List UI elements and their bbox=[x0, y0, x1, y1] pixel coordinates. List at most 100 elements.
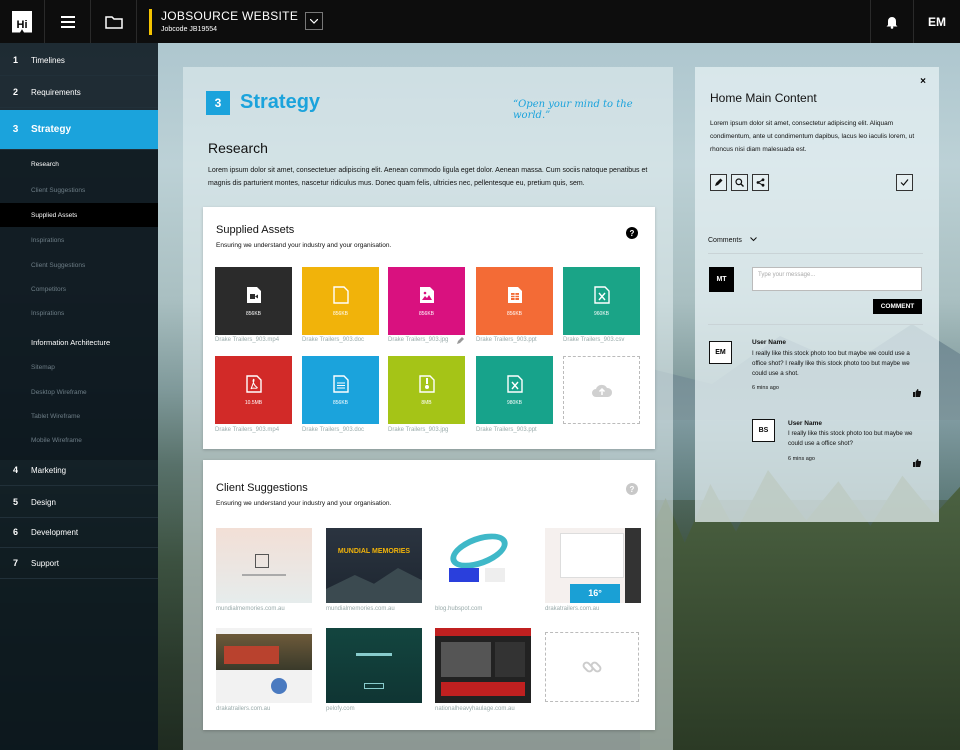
site-thumbnail[interactable]: 16° bbox=[545, 528, 641, 603]
client-suggestions-card: Client Suggestions Ensuring we understan… bbox=[203, 460, 655, 730]
sidebar-item-marketing[interactable]: 4 Marketing bbox=[0, 455, 158, 486]
thumbs-up-icon[interactable] bbox=[913, 459, 921, 467]
approve-button[interactable] bbox=[896, 174, 913, 191]
file-name: Drake Trailers_903.jpg bbox=[388, 337, 449, 343]
project-title: JOBSOURCE WEBSITE bbox=[161, 9, 299, 23]
folder-button[interactable] bbox=[91, 0, 137, 43]
file-name: Drake Trailers_903.ppt bbox=[476, 427, 537, 433]
share-icon bbox=[756, 178, 765, 187]
edit-button[interactable] bbox=[710, 174, 727, 191]
site-thumbnail[interactable] bbox=[326, 628, 422, 703]
site-thumbnail[interactable] bbox=[216, 628, 312, 703]
site-url: nationalheavyhaulage.com.au bbox=[435, 706, 515, 712]
sidebar-item-development[interactable]: 6 Development bbox=[0, 517, 158, 548]
asset-tile[interactable]: 960KB bbox=[563, 267, 640, 335]
comment-button[interactable]: COMMENT bbox=[873, 299, 922, 314]
research-text: Lorem ipsum dolor sit amet, consectetuer… bbox=[208, 167, 648, 187]
panel-title: Home Main Content bbox=[710, 91, 817, 105]
pencil-icon[interactable] bbox=[456, 337, 464, 345]
card-subtitle: Ensuring we understand your industry and… bbox=[216, 500, 392, 507]
excel-icon bbox=[506, 374, 523, 393]
ppt-icon bbox=[507, 286, 522, 303]
sidebar-item-requirements[interactable]: 2 Requirements bbox=[0, 77, 158, 108]
file-name: Drake Trailers_903.ppt bbox=[476, 337, 537, 343]
asset-tile[interactable]: 856KB bbox=[302, 356, 379, 424]
site-thumbnail[interactable] bbox=[435, 528, 531, 603]
doc-icon bbox=[332, 374, 349, 393]
comment-time: 6 mins ago bbox=[788, 456, 815, 462]
project-info: JOBSOURCE WEBSITE Jobcode JB19554 bbox=[149, 9, 298, 35]
user-avatar[interactable]: EM bbox=[914, 0, 960, 43]
close-icon[interactable]: × bbox=[920, 76, 926, 87]
sidebar-item-strategy[interactable]: 3 Strategy bbox=[0, 110, 158, 150]
sidebar-item-timelines[interactable]: 1 Timelines bbox=[0, 45, 158, 76]
asset-tile[interactable]: 856KB bbox=[302, 267, 379, 335]
video-icon bbox=[246, 286, 261, 303]
subitem-inspirations[interactable]: Inspirations bbox=[0, 228, 158, 252]
grid-icon bbox=[255, 554, 269, 568]
share-button[interactable] bbox=[752, 174, 769, 191]
subitem-desktop-wireframe[interactable]: Desktop Wireframe bbox=[0, 380, 158, 404]
sidebar-item-support[interactable]: 7 Support bbox=[0, 548, 158, 579]
project-dropdown[interactable] bbox=[305, 12, 323, 30]
subitem-sitemap[interactable]: Sitemap bbox=[0, 355, 158, 379]
comment-text: I really like this stock photo too but m… bbox=[788, 430, 913, 447]
help-icon[interactable]: ? bbox=[626, 483, 638, 495]
site-thumbnail[interactable] bbox=[435, 628, 531, 703]
asset-tile[interactable]: 856KB bbox=[476, 267, 553, 335]
page-title: Strategy bbox=[240, 91, 321, 113]
excel-icon bbox=[593, 285, 610, 304]
subitem-information-architecture[interactable]: Information Architecture bbox=[0, 330, 158, 354]
site-url: mundialmemories.com.au bbox=[216, 606, 285, 612]
subitem-competitors[interactable]: Competitors bbox=[0, 277, 158, 301]
card-title: Supplied Assets bbox=[216, 224, 295, 236]
image-icon bbox=[419, 286, 434, 303]
sidebar: 1 Timelines 2 Requirements 3 Strategy Resea… bbox=[0, 43, 158, 750]
file-name: Drake Trailers_903.csv bbox=[563, 337, 625, 343]
sidebar-item-design[interactable]: 5 Design bbox=[0, 487, 158, 518]
site-url: drakatrailers.com.au bbox=[216, 706, 271, 712]
message-input[interactable]: Type your message... bbox=[752, 267, 922, 291]
avatar: MT bbox=[709, 267, 734, 292]
subitem-supplied-assets[interactable]: Supplied Assets bbox=[0, 203, 158, 227]
file-name: Drake Trailers_903.doc bbox=[302, 337, 365, 343]
subitem-tablet-wireframe[interactable]: Tablet Wireframe bbox=[0, 404, 158, 428]
notifications-button[interactable] bbox=[870, 0, 914, 43]
site-url: blog.hubspot.com bbox=[435, 606, 483, 612]
research-heading: Research bbox=[208, 140, 268, 156]
subitem-research[interactable]: Research bbox=[0, 152, 158, 176]
upload-dropzone[interactable] bbox=[563, 356, 640, 424]
site-thumbnail[interactable] bbox=[216, 528, 312, 603]
folder-icon bbox=[104, 15, 123, 29]
asset-tile[interactable]: 856KB bbox=[388, 267, 465, 335]
file-name: Drake Trailers_903.jpg bbox=[388, 427, 449, 433]
help-icon[interactable]: ? bbox=[626, 227, 638, 239]
comment-text: I really like this stock photo too but m… bbox=[752, 350, 910, 377]
subitem-inspirations-2[interactable]: Inspirations bbox=[0, 301, 158, 325]
divider bbox=[708, 253, 923, 254]
file-name: Drake Trailers_903.mp4 bbox=[215, 337, 280, 343]
subitem-mobile-wireframe[interactable]: Mobile Wireframe bbox=[0, 428, 158, 452]
search-button[interactable] bbox=[731, 174, 748, 191]
comments-toggle[interactable]: Comments bbox=[708, 237, 757, 244]
search-icon bbox=[735, 178, 744, 187]
asset-tile[interactable]: 856KB bbox=[215, 267, 292, 335]
subitem-client-suggestions[interactable]: Client Suggestions bbox=[0, 178, 158, 202]
asset-tile[interactable]: 980KB bbox=[476, 356, 553, 424]
hamburger-icon bbox=[60, 15, 75, 28]
avatar: BS bbox=[752, 419, 775, 442]
menu-button[interactable] bbox=[45, 0, 91, 43]
asset-tile[interactable]: 10.5MB bbox=[215, 356, 292, 424]
comment-time: 6 mins ago bbox=[752, 385, 779, 391]
tagline: “Open your mind to the world.” bbox=[513, 99, 633, 121]
add-link-dropzone[interactable] bbox=[545, 632, 639, 702]
logo[interactable]: Hi bbox=[0, 0, 45, 43]
doc-icon bbox=[332, 285, 349, 304]
asset-tile[interactable]: 8MB bbox=[388, 356, 465, 424]
chevron-down-icon bbox=[310, 18, 318, 24]
subitem-client-suggestions-2[interactable]: Client Suggestions bbox=[0, 253, 158, 277]
content-panel: × Home Main Content Lorem ipsum dolor si… bbox=[695, 67, 939, 522]
site-thumbnail[interactable]: MUNDIAL MEMORIES bbox=[326, 528, 422, 603]
thumbs-up-icon[interactable] bbox=[913, 389, 921, 397]
site-url: drakatrailers.com.au bbox=[545, 606, 600, 612]
